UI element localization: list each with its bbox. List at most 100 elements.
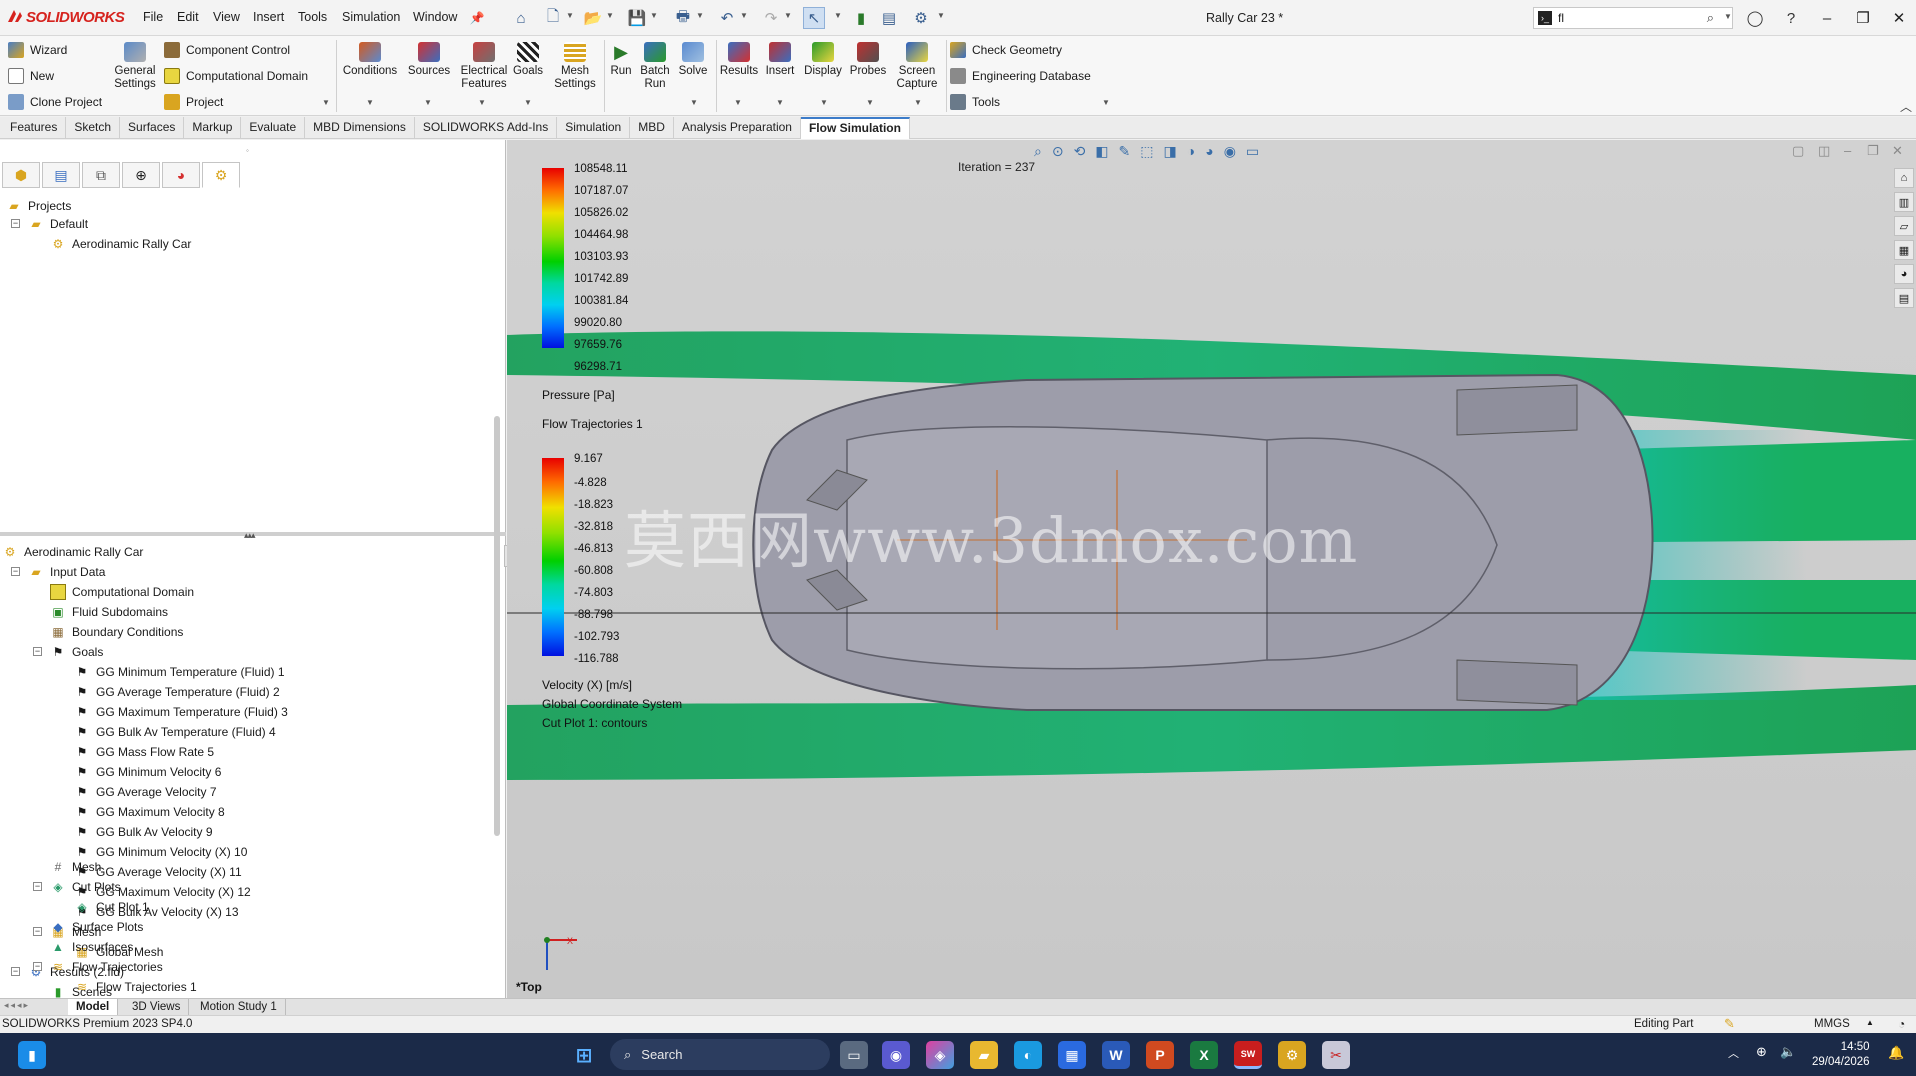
tree-goal-5[interactable]: ⚑ GG Mass Flow Rate 5	[74, 742, 214, 762]
menu-simulation[interactable]: Simulation	[342, 10, 400, 24]
chevron-down-icon[interactable]: ▼	[366, 98, 374, 107]
conditions-button[interactable]: Conditions	[340, 42, 400, 78]
tree-analysis-root[interactable]: ⚙ Aerodinamic Rally Car	[2, 542, 144, 562]
engineering-database-button[interactable]: Engineering Database	[950, 65, 1091, 87]
insert-button[interactable]: Insert	[762, 42, 798, 78]
computational-domain-button[interactable]: Computational Domain	[164, 65, 308, 87]
chevron-down-icon[interactable]: ▼	[696, 11, 704, 20]
volume-icon[interactable]: 🔈	[1780, 1044, 1796, 1060]
tree-projects[interactable]: ▰ Projects	[6, 196, 71, 216]
tree-computational-domain[interactable]: Computational Domain	[50, 582, 194, 602]
tab-dimxpert-manager[interactable]: ⊕	[122, 162, 160, 188]
teams-icon[interactable]: ◉	[882, 1041, 910, 1069]
collapse-toggle[interactable]: −	[11, 967, 20, 976]
flow-simulation-taskbar-icon[interactable]: ⚙	[1278, 1041, 1306, 1069]
tab-configuration-manager[interactable]: ⧉	[82, 162, 120, 188]
minimize-icon[interactable]: –	[1812, 6, 1842, 30]
tree-cut-plots[interactable]: ◈ Cut Plots	[50, 877, 120, 897]
chevron-down-icon[interactable]: ▼	[820, 98, 828, 107]
tree-fluid-subdomains[interactable]: ▣ Fluid Subdomains	[50, 602, 168, 622]
menu-edit[interactable]: Edit	[177, 10, 199, 24]
collapse-toggle[interactable]: −	[33, 882, 42, 891]
chevron-down-icon[interactable]: ▼	[734, 98, 742, 107]
splitter-grip-icon[interactable]: ▴▴▴	[244, 530, 256, 541]
menu-window[interactable]: Window	[413, 10, 457, 24]
mesh-settings-button[interactable]: Mesh Settings	[552, 42, 598, 91]
copilot-icon[interactable]: ◈	[926, 1041, 954, 1069]
tab-motion-study-1[interactable]: Motion Study 1	[192, 999, 286, 1016]
widgets-icon[interactable]: ▮	[18, 1041, 46, 1069]
tab-simulation[interactable]: Simulation	[557, 117, 631, 139]
excel-icon[interactable]: X	[1190, 1041, 1218, 1069]
menu-tools[interactable]: Tools	[298, 10, 327, 24]
tree-input-data[interactable]: ▰ Input Data	[28, 562, 105, 582]
tree-goal-3[interactable]: ⚑ GG Maximum Temperature (Fluid) 3	[74, 702, 288, 722]
tree-cut-plot-1[interactable]: ◈ Cut Plot 1	[74, 897, 148, 917]
tab-display-manager[interactable]: ◕	[162, 162, 200, 188]
tab-model[interactable]: Model	[68, 999, 119, 1016]
custom-properties-icon[interactable]: ▤	[1894, 288, 1914, 308]
new-document-icon[interactable]: 🗋	[542, 7, 564, 29]
save-icon[interactable]: 💾	[626, 7, 648, 29]
options-gear-icon[interactable]: ⚙	[910, 7, 932, 29]
tree-goal-8[interactable]: ⚑ GG Maximum Velocity 8	[74, 802, 225, 822]
user-account-icon[interactable]: ◯	[1744, 7, 1766, 29]
tab-flow-simulation-analysis[interactable]: ⚙	[202, 162, 240, 188]
word-icon[interactable]: W	[1102, 1041, 1130, 1069]
section-view-icon[interactable]: ◧	[1095, 143, 1108, 160]
wizard-button[interactable]: Wizard	[8, 39, 67, 61]
tree-goal-4[interactable]: ⚑ GG Bulk Av Temperature (Fluid) 4	[74, 722, 276, 742]
chevron-down-icon[interactable]: ▼	[834, 11, 842, 20]
customize-status-icon[interactable]: ◔	[1898, 1017, 1905, 1031]
undo-icon[interactable]: ↶	[716, 7, 738, 29]
restore-icon[interactable]: ❐	[1848, 6, 1878, 30]
search-icon[interactable]: ⌕	[1707, 10, 1714, 26]
redo-icon[interactable]: ↷	[760, 7, 782, 29]
store-icon[interactable]: ▦	[1058, 1041, 1086, 1069]
view-palette-icon[interactable]: ▦	[1894, 240, 1914, 260]
tree-flow-trajectories[interactable]: ≋ Flow Trajectories	[50, 957, 163, 977]
collapse-ribbon-icon[interactable]: ︿	[1900, 98, 1912, 115]
menu-view[interactable]: View	[213, 10, 240, 24]
close-icon[interactable]: ✕	[1884, 6, 1914, 30]
solidworks-taskbar-icon[interactable]: SW	[1234, 1041, 1262, 1069]
chevron-down-icon[interactable]: ▼	[524, 98, 532, 107]
tab-property-manager[interactable]: ▤	[42, 162, 80, 188]
chevron-down-icon[interactable]: ▼	[566, 11, 574, 20]
traffic-light-icon[interactable]: ▮	[850, 7, 872, 29]
solve-button[interactable]: Solve	[676, 42, 710, 78]
menu-insert[interactable]: Insert	[253, 10, 284, 24]
tree-isosurfaces[interactable]: ▲ Isosurfaces	[50, 937, 133, 957]
tree-scrollbar[interactable]	[494, 416, 500, 836]
edit-appearance-icon[interactable]: ◕	[1205, 143, 1213, 159]
tree-goal-7[interactable]: ⚑ GG Average Velocity 7	[74, 782, 217, 802]
tree-flow-trajectories-1[interactable]: ≋ Flow Trajectories 1	[74, 977, 197, 997]
print-icon[interactable]: 🖶	[672, 7, 694, 29]
viewport-close-icon[interactable]: ✕	[1892, 143, 1903, 159]
file-explorer-taskbar-icon[interactable]: ▰	[970, 1041, 998, 1069]
open-folder-icon[interactable]: 📂	[582, 7, 604, 29]
chevron-down-icon[interactable]: ▼	[478, 98, 486, 107]
tree-goal-2[interactable]: ⚑ GG Average Temperature (Fluid) 2	[74, 682, 280, 702]
task-view-icon[interactable]: ▭	[840, 1041, 868, 1069]
viewport-minimize-icon[interactable]: –	[1844, 143, 1851, 158]
home-icon[interactable]: ⌂	[510, 7, 532, 29]
apply-scene-icon[interactable]: ◉	[1224, 143, 1236, 160]
component-control-button[interactable]: Component Control	[164, 39, 290, 61]
taskbar-clock[interactable]: 14:50 29/04/2026	[1812, 1040, 1870, 1070]
display-style-icon[interactable]: ◨	[1164, 143, 1177, 160]
rebuild-icon[interactable]: ✎	[1724, 1016, 1735, 1032]
new-project-button[interactable]: New	[8, 65, 54, 87]
chevron-down-icon[interactable]: ▼	[937, 11, 945, 20]
zoom-to-area-icon[interactable]: ⊙	[1052, 143, 1064, 160]
chevron-down-icon[interactable]: ▼	[776, 98, 784, 107]
chevron-down-icon[interactable]: ▼	[424, 98, 432, 107]
file-properties-icon[interactable]: ▤	[878, 7, 900, 29]
zoom-to-fit-icon[interactable]: ⌕	[1034, 143, 1042, 160]
view-orientation-icon[interactable]: ⬚	[1140, 143, 1153, 160]
batch-run-button[interactable]: Batch Run	[638, 42, 672, 91]
chevron-down-icon[interactable]: ▼	[784, 11, 792, 20]
tree-default[interactable]: ▰ Default	[28, 214, 88, 234]
snipping-tool-icon[interactable]: ✂	[1322, 1041, 1350, 1069]
file-explorer-icon[interactable]: ▱	[1894, 216, 1914, 236]
